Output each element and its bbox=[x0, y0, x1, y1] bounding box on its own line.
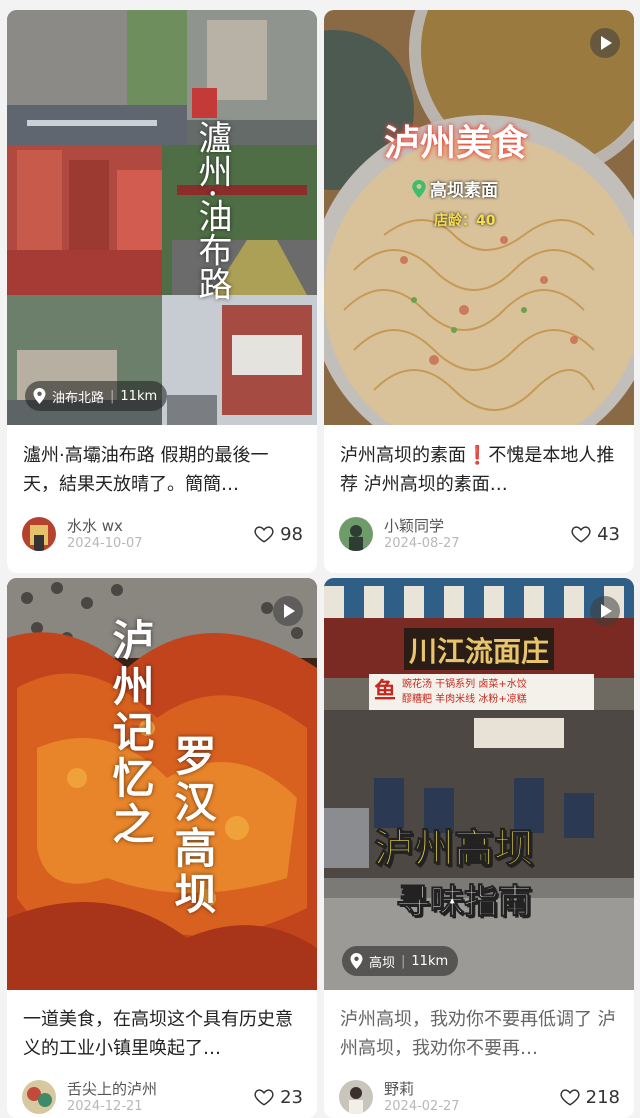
note-cover-image[interactable]: 泸州美食 高坝素面 店龄：40 bbox=[324, 10, 634, 425]
heart-icon bbox=[571, 526, 591, 543]
shop-menu-board: 鱼 豌花汤 干锅系列 卤菜+水饺 醪糟粑 羊肉米线 冰粉+凉糕 bbox=[374, 679, 527, 705]
cover-overlay-text-right: 罗汉高坝 bbox=[168, 734, 217, 918]
heart-icon bbox=[560, 1089, 580, 1106]
like-button[interactable]: 218 bbox=[559, 1085, 620, 1109]
shop-sign: 川江流面庄 bbox=[408, 635, 549, 668]
note-card[interactable]: 泸州记忆之 罗汉高坝 一道美食，在高坝这个具有历史意义的工业小镇里唤起了… 舌尖… bbox=[7, 578, 317, 1118]
location-pin-icon bbox=[33, 388, 46, 404]
note-title[interactable]: 瀘州·高壩油布路 假期的最後一天，結果天放晴了。簡簡… bbox=[23, 441, 303, 499]
like-button[interactable]: 23 bbox=[253, 1085, 303, 1109]
like-button[interactable]: 98 bbox=[253, 522, 303, 546]
note-cover-image[interactable]: 泸州记忆之 罗汉高坝 bbox=[7, 578, 317, 990]
note-meta: 小颖同学 2024-08-27 43 bbox=[339, 515, 620, 551]
author-name[interactable]: 舌尖上的泸州 bbox=[67, 1078, 157, 1099]
location-pin-icon bbox=[350, 953, 363, 969]
cover-overlay-subtitle: 寻味指南 bbox=[396, 882, 533, 923]
cover-overlay-title: 泸州美食 bbox=[384, 123, 529, 164]
feed-grid: 瀘州·油布路 油布北路 | 11km 瀘州·高壩油布路 假期的最後一天，結果天放… bbox=[0, 0, 640, 1118]
note-cover-image[interactable]: 川江流面庄 鱼 豌花汤 干锅系列 卤菜+水饺 醪糟粑 羊肉米线 冰粉+凉糕 泸州… bbox=[324, 578, 634, 990]
note-title[interactable]: 一道美食，在高坝这个具有历史意义的工业小镇里唤起了… bbox=[23, 1005, 303, 1063]
play-icon[interactable] bbox=[273, 596, 303, 626]
location-distance: 11km bbox=[120, 388, 158, 404]
note-title[interactable]: 泸州高坝，我劝你不要再低调了 泸州高坝，我劝你不要再… bbox=[340, 1005, 620, 1063]
location-tag[interactable]: 油布北路 | 11km bbox=[25, 381, 168, 411]
author-name[interactable]: 水水 wx bbox=[67, 515, 123, 536]
cover-overlay-place: 高坝素面 bbox=[412, 176, 498, 201]
author-name[interactable]: 野莉 bbox=[384, 1078, 414, 1099]
avatar[interactable] bbox=[339, 1080, 373, 1114]
heart-icon bbox=[254, 1089, 274, 1106]
location-distance: 11km bbox=[411, 953, 449, 969]
cover-overlay-text-left: 泸州记忆之 bbox=[106, 618, 155, 848]
cover-overlay-age: 店龄：40 bbox=[434, 213, 496, 229]
note-meta: 舌尖上的泸州 2024-12-21 23 bbox=[22, 1078, 303, 1114]
like-count: 23 bbox=[280, 1086, 303, 1108]
cover-overlay-title: 泸州高坝 bbox=[374, 826, 535, 873]
heart-icon bbox=[254, 526, 274, 543]
note-card[interactable]: 川江流面庄 鱼 豌花汤 干锅系列 卤菜+水饺 醪糟粑 羊肉米线 冰粉+凉糕 泸州… bbox=[324, 578, 634, 1118]
note-title[interactable]: 泸州高坝的素面❗不愧是本地人推荐 泸州高坝的素面… bbox=[340, 441, 620, 499]
like-count: 98 bbox=[280, 523, 303, 545]
note-card[interactable]: 瀘州·油布路 油布北路 | 11km 瀘州·高壩油布路 假期的最後一天，結果天放… bbox=[7, 10, 317, 573]
location-pin-icon bbox=[412, 179, 426, 198]
author-name[interactable]: 小颖同学 bbox=[384, 515, 444, 536]
avatar[interactable] bbox=[22, 517, 56, 551]
play-icon[interactable] bbox=[590, 596, 620, 626]
like-button[interactable]: 43 bbox=[570, 522, 620, 546]
note-card[interactable]: 泸州美食 高坝素面 店龄：40 泸州高坝的素面❗不愧是本地人推荐 泸州高坝的素面… bbox=[324, 10, 634, 573]
location-name: 高坝 bbox=[369, 955, 396, 971]
street-photo-collage bbox=[7, 10, 317, 425]
note-meta: 水水 wx 2024-10-07 98 bbox=[22, 515, 303, 551]
post-date: 2024-10-07 bbox=[67, 536, 143, 551]
like-count: 43 bbox=[597, 523, 620, 545]
post-date: 2024-12-21 bbox=[67, 1099, 143, 1114]
location-tag[interactable]: 高坝 | 11km bbox=[342, 946, 459, 976]
fried-food-photo bbox=[7, 578, 317, 990]
post-date: 2024-02-27 bbox=[384, 1099, 460, 1114]
avatar[interactable] bbox=[22, 1080, 56, 1114]
note-meta: 野莉 2024-02-27 218 bbox=[339, 1078, 620, 1114]
play-icon[interactable] bbox=[590, 28, 620, 58]
post-date: 2024-08-27 bbox=[384, 536, 460, 551]
location-name: 油布北路 bbox=[52, 390, 105, 406]
note-cover-image[interactable]: 瀘州·油布路 油布北路 | 11km bbox=[7, 10, 317, 425]
cover-overlay-text: 瀘州·油布路 bbox=[192, 120, 232, 301]
avatar[interactable] bbox=[339, 517, 373, 551]
like-count: 218 bbox=[585, 1086, 620, 1108]
